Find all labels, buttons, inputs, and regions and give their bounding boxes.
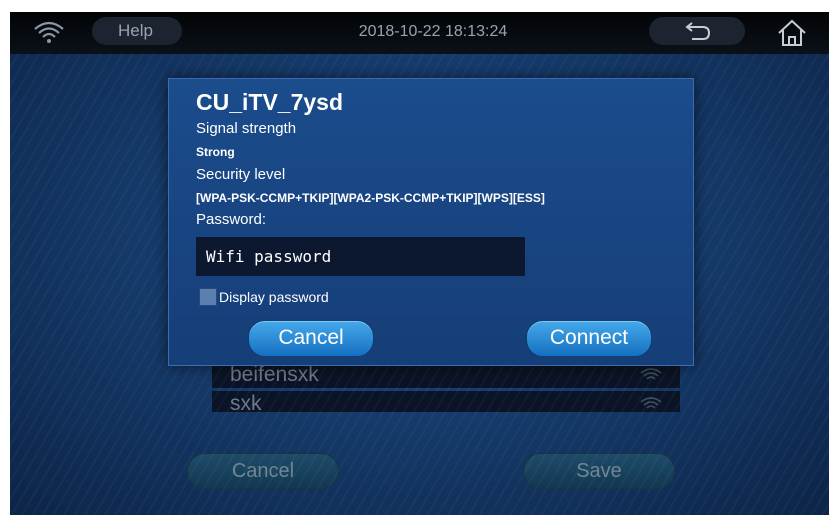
screen: Help 2018-10-22 18:13:24 beifensxk sxk C… bbox=[10, 12, 829, 515]
network-name: CU_iTV_7ysd bbox=[196, 89, 344, 115]
wifi-ssid: sxk bbox=[230, 392, 262, 412]
security-level-label: Security level bbox=[196, 166, 286, 183]
wifi-list-item[interactable]: sxk bbox=[212, 391, 680, 412]
display-password-checkbox[interactable] bbox=[199, 288, 217, 306]
back-button[interactable] bbox=[649, 17, 745, 45]
back-arrow-icon bbox=[685, 22, 711, 40]
display-password-label[interactable]: Display password bbox=[219, 289, 329, 305]
wifi-icon[interactable] bbox=[33, 20, 65, 46]
save-settings-button[interactable]: Save bbox=[522, 452, 676, 490]
cancel-settings-button[interactable]: Cancel bbox=[186, 452, 340, 490]
datetime-display: 2018-10-22 18:13:24 bbox=[358, 23, 508, 40]
wifi-signal-icon bbox=[640, 368, 662, 380]
wifi-ssid: beifensxk bbox=[230, 363, 319, 386]
help-button[interactable]: Help bbox=[92, 17, 182, 45]
signal-strength-value: Strong bbox=[196, 145, 235, 159]
wifi-signal-icon bbox=[640, 397, 662, 409]
password-input[interactable] bbox=[196, 237, 525, 276]
signal-strength-label: Signal strength bbox=[196, 120, 297, 137]
security-level-value: [WPA-PSK-CCMP+TKIP][WPA2-PSK-CCMP+TKIP][… bbox=[196, 191, 545, 205]
cancel-button[interactable]: Cancel bbox=[248, 320, 374, 357]
home-icon[interactable] bbox=[775, 17, 809, 49]
wifi-connect-dialog: CU_iTV_7ysd Signal strength Strong Secur… bbox=[168, 78, 694, 366]
password-label: Password: bbox=[196, 211, 267, 228]
connect-button[interactable]: Connect bbox=[526, 320, 652, 357]
top-bar: Help 2018-10-22 18:13:24 bbox=[10, 12, 829, 54]
